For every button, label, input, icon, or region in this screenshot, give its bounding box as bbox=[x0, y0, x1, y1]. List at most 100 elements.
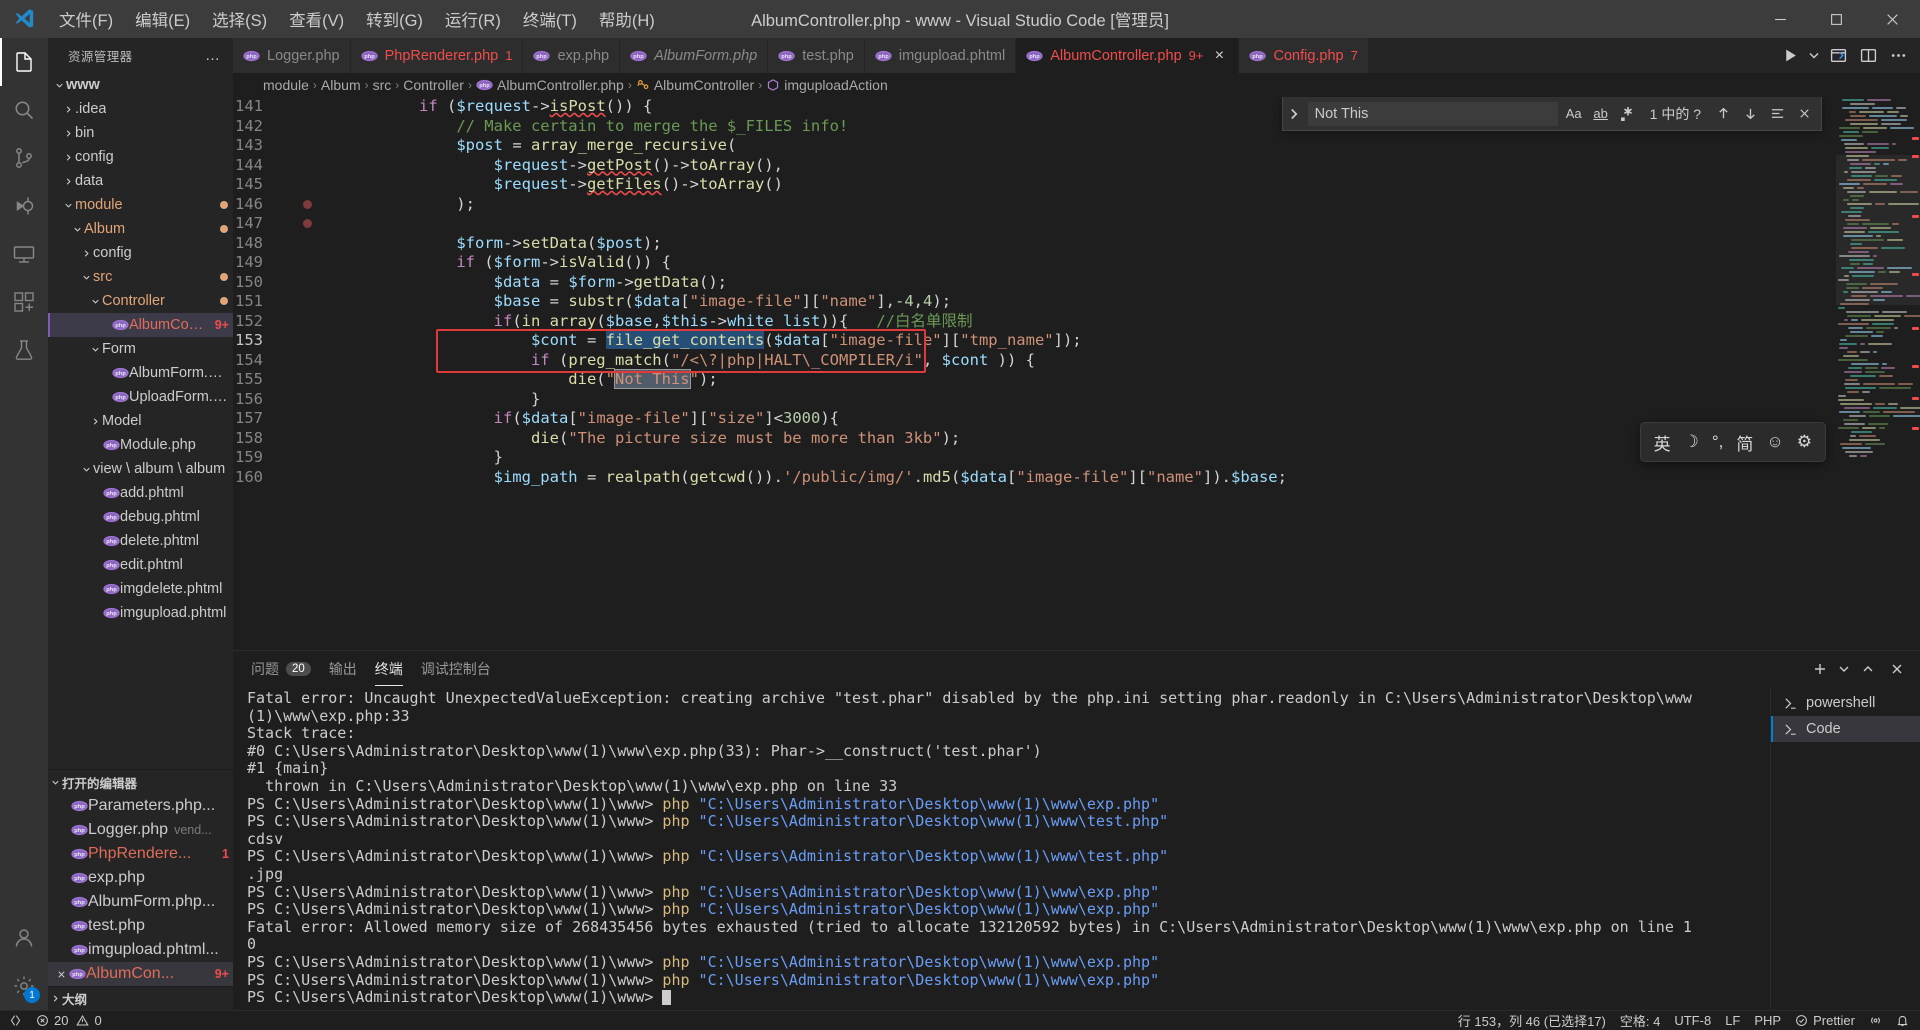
breadcrumb-item-albumcontroller[interactable]: AlbumController bbox=[636, 77, 754, 93]
find-widget[interactable]: Aa ab 1 中的 ? bbox=[1281, 97, 1822, 131]
editor-gutter[interactable] bbox=[285, 429, 307, 449]
tree-item-www[interactable]: www bbox=[48, 73, 233, 97]
breadcrumb-item-module[interactable]: module bbox=[263, 77, 309, 93]
ime-settings-icon[interactable]: ⚙ bbox=[1797, 432, 1812, 452]
code-line[interactable]: 160 $img_path = realpath(getcwd()).'/pub… bbox=[233, 468, 1836, 488]
editor-gutter[interactable] bbox=[285, 468, 307, 488]
editor-gutter[interactable] bbox=[285, 234, 307, 254]
editor-gutter[interactable] bbox=[285, 292, 307, 312]
panel-tab-problems[interactable]: 问题 20 bbox=[251, 651, 311, 686]
tree-item-albumform-php[interactable]: php AlbumForm.php bbox=[48, 361, 233, 385]
problems-status[interactable]: 20 0 bbox=[29, 1011, 109, 1030]
open-editor-item[interactable]: php imgupload.phtml... bbox=[48, 938, 233, 962]
activity-search[interactable] bbox=[0, 86, 48, 134]
tree-item-albumcon-[interactable]: php AlbumCon... 9+ bbox=[48, 313, 233, 337]
code-line[interactable]: 143 $post = array_merge_recursive( bbox=[233, 136, 1836, 156]
find-in-selection-button[interactable] bbox=[1766, 103, 1788, 125]
tree-item-config[interactable]: config bbox=[48, 241, 233, 265]
activity-testing[interactable] bbox=[0, 326, 48, 374]
code-line[interactable]: 157 if($data["image-file"]["size"]<3000)… bbox=[233, 409, 1836, 429]
open-editor-item[interactable]: php Parameters.php... bbox=[48, 794, 233, 818]
editor-gutter[interactable] bbox=[285, 195, 312, 215]
indentation-status[interactable]: 空格: 4 bbox=[1613, 1011, 1667, 1030]
panel-tab-output[interactable]: 输出 bbox=[329, 651, 357, 686]
code-line[interactable]: 153 $cont = file_get_contents($data["ima… bbox=[233, 331, 1836, 351]
ellipsis-icon[interactable] bbox=[1884, 42, 1912, 70]
file-tree[interactable]: www .idea bin config data module Album config sr… bbox=[48, 73, 233, 769]
find-close-button[interactable] bbox=[1793, 103, 1815, 125]
terminal-instance-powershell[interactable]: powershell bbox=[1771, 690, 1920, 716]
editor-tab-config-php[interactable]: php Config.php 7 bbox=[1239, 38, 1369, 73]
editor-gutter[interactable] bbox=[285, 117, 307, 137]
menu-edit[interactable]: 编辑(E) bbox=[124, 0, 201, 38]
breadcrumb-item-album[interactable]: Album bbox=[321, 77, 361, 93]
menu-run[interactable]: 运行(R) bbox=[434, 0, 512, 38]
tree-item-debug-phtml[interactable]: php debug.phtml bbox=[48, 505, 233, 529]
tree-item-view-album-album[interactable]: view \ album \ album bbox=[48, 457, 233, 481]
tree-item-src[interactable]: src bbox=[48, 265, 233, 289]
menu-terminal[interactable]: 终端(T) bbox=[512, 0, 588, 38]
tree-item-module[interactable]: module bbox=[48, 193, 233, 217]
tree-item-module-php[interactable]: php Module.php bbox=[48, 433, 233, 457]
whole-word-icon[interactable]: ab bbox=[1590, 103, 1612, 125]
panel-actions[interactable] bbox=[1807, 656, 1920, 682]
code-line[interactable]: 148 $form->setData($post); bbox=[233, 234, 1836, 254]
open-preview-icon[interactable] bbox=[1824, 42, 1852, 70]
code-line[interactable]: 155 die("Not This"); bbox=[233, 369, 1836, 390]
tree-item-edit-phtml[interactable]: php edit.phtml bbox=[48, 553, 233, 577]
editor-tab-logger-php[interactable]: php Logger.php bbox=[233, 38, 351, 73]
use-regex-icon[interactable] bbox=[1617, 103, 1639, 125]
tree-item-data[interactable]: data bbox=[48, 169, 233, 193]
editor-gutter[interactable] bbox=[285, 253, 307, 273]
editor-gutter[interactable] bbox=[285, 136, 307, 156]
panel-tabs[interactable]: 问题 20 输出 终端 调试控制台 bbox=[233, 651, 1920, 686]
editor-tab-albumform-php[interactable]: php AlbumForm.php bbox=[620, 38, 769, 73]
editor-gutter[interactable] bbox=[285, 390, 307, 410]
close-panel-icon[interactable] bbox=[1884, 656, 1910, 682]
find-input[interactable] bbox=[1307, 101, 1558, 126]
editor-tabs[interactable]: php Logger.php php PhpRenderer.php 1 php exp.p… bbox=[233, 38, 1768, 73]
tab-close-icon[interactable]: × bbox=[1210, 47, 1228, 65]
activity-bar[interactable]: 1 bbox=[0, 38, 48, 1010]
activity-extensions[interactable] bbox=[0, 278, 48, 326]
editor-tab-albumcontroller-php[interactable]: php AlbumController.php 9+ × bbox=[1016, 38, 1240, 73]
open-editor-item[interactable]: php test.php bbox=[48, 914, 233, 938]
ime-simplified-icon[interactable]: 简 bbox=[1736, 430, 1753, 455]
tree-item-uploadform-php[interactable]: php UploadForm.php bbox=[48, 385, 233, 409]
open-editor-item[interactable]: php PhpRendere... 1 bbox=[48, 842, 233, 866]
find-previous-button[interactable] bbox=[1712, 103, 1734, 125]
find-expand-icon[interactable] bbox=[1285, 105, 1303, 123]
notifications-bell-icon[interactable] bbox=[1889, 1011, 1920, 1030]
run-button[interactable] bbox=[1776, 42, 1804, 70]
ime-moon-icon[interactable]: ☽ bbox=[1684, 432, 1699, 452]
code-line[interactable]: 151 $base = substr($data["image-file"]["… bbox=[233, 292, 1836, 312]
maximize-panel-chevron-up-icon[interactable] bbox=[1855, 656, 1881, 682]
menu-select[interactable]: 选择(S) bbox=[201, 0, 278, 38]
editor-tab-imgupload-phtml[interactable]: php imgupload.phtml bbox=[864, 38, 1017, 73]
panel-tab-terminal[interactable]: 终端 bbox=[374, 651, 403, 686]
breakpoint-icon[interactable] bbox=[303, 219, 312, 228]
editor-gutter[interactable] bbox=[285, 97, 307, 117]
code-line[interactable]: 158 die("The picture size must be more t… bbox=[233, 429, 1836, 449]
code-line[interactable]: 144 $request->getPost()->toArray(), bbox=[233, 156, 1836, 176]
tree-item-imgupload-phtml[interactable]: php imgupload.phtml bbox=[48, 601, 233, 625]
activity-remote-explorer[interactable] bbox=[0, 230, 48, 278]
breadcrumb-item-albumcontroller-php[interactable]: php AlbumController.php bbox=[476, 77, 624, 93]
remote-indicator[interactable] bbox=[0, 1011, 29, 1030]
activity-settings[interactable]: 1 bbox=[0, 962, 48, 1010]
editor-gutter[interactable] bbox=[285, 175, 307, 195]
editor-tab-actions[interactable] bbox=[1768, 38, 1920, 73]
code-viewport[interactable]: 141 if ($request->isPost()) {142 // Make… bbox=[233, 97, 1836, 650]
menu-bar[interactable]: 文件(F) 编辑(E) 选择(S) 查看(V) 转到(G) 运行(R) 终端(T… bbox=[48, 0, 666, 38]
minimap[interactable] bbox=[1836, 97, 1920, 650]
editor-tab-test-php[interactable]: php test.php bbox=[768, 38, 865, 73]
editor-position[interactable]: 行 153，列 46 (已选择17) bbox=[1451, 1011, 1613, 1030]
editor-tab-exp-php[interactable]: php exp.php bbox=[523, 38, 621, 73]
editor-gutter[interactable] bbox=[285, 156, 307, 176]
code-line[interactable]: 145 $request->getFiles()->toArray() bbox=[233, 175, 1836, 195]
editor-gutter[interactable] bbox=[285, 331, 307, 351]
activity-run-debug[interactable] bbox=[0, 182, 48, 230]
code-line[interactable]: 150 $data = $form->getData(); bbox=[233, 273, 1836, 293]
editor-gutter[interactable] bbox=[285, 214, 312, 234]
editor-gutter[interactable] bbox=[285, 351, 307, 371]
